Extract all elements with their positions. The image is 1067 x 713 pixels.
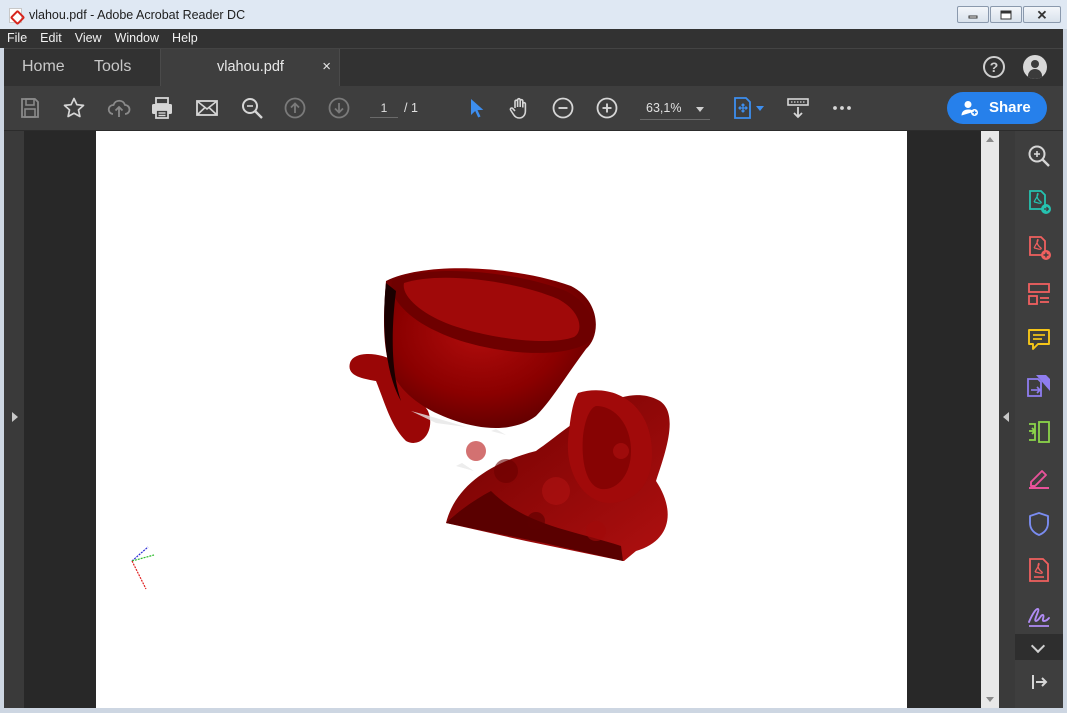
- menu-window[interactable]: Window: [108, 29, 165, 48]
- left-pane-toggle[interactable]: [4, 131, 24, 708]
- page-number-input[interactable]: 1: [370, 98, 398, 118]
- zoom-out-icon[interactable]: [551, 96, 575, 120]
- chevron-left-icon: [1003, 412, 1009, 422]
- zoom-level-value: 63,1%: [646, 101, 682, 115]
- chevron-right-icon: [12, 412, 18, 422]
- fit-page-icon[interactable]: [731, 96, 767, 120]
- window-border: [0, 708, 1067, 712]
- zoom-in-icon[interactable]: [595, 96, 619, 120]
- fill-sign-icon[interactable]: [1026, 465, 1052, 491]
- window-title: vlahou.pdf - Adobe Acrobat Reader DC: [29, 8, 246, 22]
- minimize-icon: [968, 15, 978, 18]
- menu-edit[interactable]: Edit: [33, 29, 68, 48]
- axis-gizmo: [131, 546, 155, 590]
- window-controls: ✕: [956, 6, 1061, 23]
- chevron-down-icon: [696, 107, 704, 112]
- more-icon[interactable]: [830, 96, 854, 120]
- acrobat-app-icon: [9, 8, 22, 23]
- account-icon[interactable]: [1023, 55, 1047, 79]
- organize-pages-icon[interactable]: [1026, 281, 1052, 307]
- tab-tools[interactable]: Tools: [94, 49, 131, 86]
- tab-close-icon[interactable]: ×: [322, 49, 331, 85]
- hand-tool-icon[interactable]: [507, 96, 531, 120]
- print-icon[interactable]: [150, 96, 174, 120]
- menu-view[interactable]: View: [68, 29, 108, 48]
- page-total: / 1: [404, 101, 418, 115]
- combine-files-icon[interactable]: [1026, 373, 1052, 399]
- minimize-button[interactable]: [957, 6, 989, 23]
- sign-icon[interactable]: [1026, 603, 1052, 629]
- pdf-page[interactable]: [96, 131, 907, 708]
- next-page-icon[interactable]: [327, 96, 351, 120]
- select-tool-icon[interactable]: [464, 96, 488, 120]
- email-icon[interactable]: [195, 96, 219, 120]
- help-icon[interactable]: ?: [983, 56, 1005, 78]
- right-pane-toggle[interactable]: [999, 131, 1015, 708]
- chevron-down-icon: [1030, 638, 1046, 654]
- scroll-mode-icon[interactable]: [786, 96, 810, 120]
- share-button[interactable]: Share: [947, 92, 1047, 124]
- search-icon[interactable]: [240, 96, 264, 120]
- tools-pane: [1015, 131, 1063, 708]
- more-tools-button[interactable]: [1015, 634, 1063, 660]
- menu-bar: File Edit View Window Help: [0, 29, 1063, 48]
- comment-icon[interactable]: [1026, 327, 1052, 353]
- document-background: [907, 131, 981, 708]
- maximize-icon: [1000, 10, 1012, 19]
- scan-icon[interactable]: [1026, 419, 1052, 445]
- prev-page-icon[interactable]: [283, 96, 307, 120]
- scroll-up-icon[interactable]: [986, 137, 994, 142]
- acrobat-window: vlahou.pdf - Adobe Acrobat Reader DC ✕ F…: [0, 0, 1067, 712]
- document-viewport[interactable]: [4, 131, 999, 708]
- 3d-model-render[interactable]: [96, 131, 907, 708]
- share-button-label: Share: [989, 99, 1031, 116]
- title-bar: vlahou.pdf - Adobe Acrobat Reader DC ✕: [0, 0, 1067, 30]
- main-toolbar: 1 / 1 63,1% Share: [4, 86, 1063, 131]
- tab-document-label: vlahou.pdf: [217, 59, 284, 75]
- protect-icon[interactable]: [1026, 511, 1052, 537]
- menu-file[interactable]: File: [0, 29, 33, 48]
- convert-pdf-icon[interactable]: [1026, 557, 1052, 583]
- tab-bar: Home Tools vlahou.pdf × ?: [4, 48, 1063, 86]
- menu-help[interactable]: Help: [165, 29, 204, 48]
- add-user-icon: [961, 101, 978, 116]
- save-icon[interactable]: [18, 96, 42, 120]
- zoom-level-select[interactable]: 63,1%: [640, 98, 710, 120]
- tab-document[interactable]: vlahou.pdf ×: [160, 49, 340, 86]
- collapse-pane-icon[interactable]: [1029, 672, 1049, 692]
- scroll-down-icon[interactable]: [986, 697, 994, 702]
- zoom-icon[interactable]: [1026, 143, 1052, 169]
- close-window-button[interactable]: ✕: [1023, 6, 1061, 23]
- maximize-button[interactable]: [990, 6, 1022, 23]
- close-icon: ✕: [1036, 7, 1048, 22]
- export-pdf-icon[interactable]: [1026, 189, 1052, 215]
- vertical-scrollbar[interactable]: [981, 131, 999, 708]
- tab-home[interactable]: Home: [22, 49, 65, 86]
- star-icon[interactable]: [62, 96, 86, 120]
- create-pdf-icon[interactable]: [1026, 235, 1052, 261]
- upload-icon[interactable]: [107, 96, 131, 120]
